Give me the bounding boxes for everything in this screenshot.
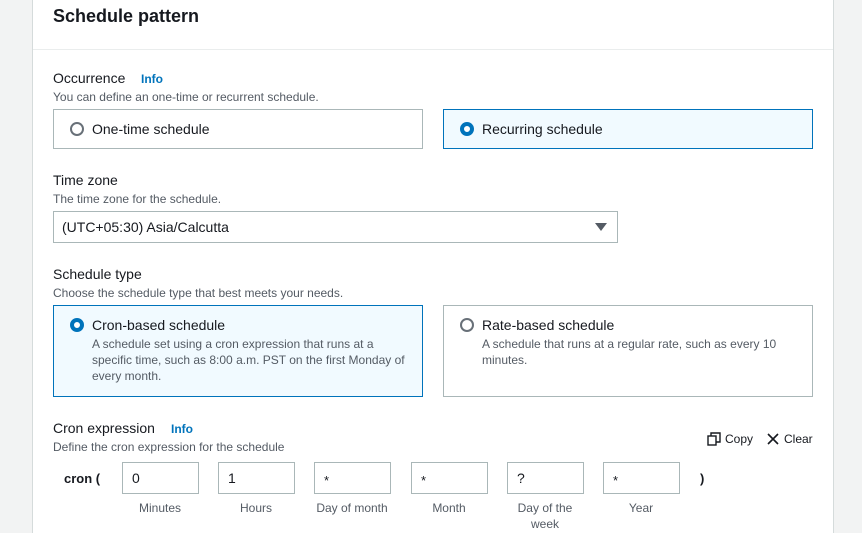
panel-header: Schedule pattern xyxy=(33,0,833,50)
schedule-type-description: Choose the schedule type that best meets… xyxy=(53,286,344,300)
caret-down-icon xyxy=(595,223,607,231)
cron-hours-input[interactable] xyxy=(218,462,295,494)
cron-based-schedule-description: A schedule set using a cron expression t… xyxy=(92,337,405,383)
rate-based-schedule-option[interactable]: Rate-based schedule A schedule that runs… xyxy=(443,305,813,397)
one-time-schedule-option[interactable]: One-time schedule xyxy=(53,109,423,149)
recurring-schedule-label: Recurring schedule xyxy=(482,121,603,137)
month-caption: Month xyxy=(432,501,466,515)
recurring-schedule-option[interactable]: Recurring schedule xyxy=(443,109,813,149)
hours-caption: Hours xyxy=(239,501,272,515)
cron-info-link[interactable]: Info xyxy=(171,422,193,436)
timezone-value: (UTC+05:30) Asia/Calcutta xyxy=(62,219,229,235)
schedule-type-label: Schedule type xyxy=(53,266,142,282)
close-icon xyxy=(767,433,779,445)
one-time-radio[interactable] xyxy=(70,122,84,136)
cron-expression-description: Define the cron expression for the sched… xyxy=(53,440,285,454)
cron-expression-label: Cron expression xyxy=(53,420,155,436)
cron-minutes-input[interactable] xyxy=(122,462,199,494)
cron-prefix: cron ( xyxy=(64,471,101,486)
cron-based-radio[interactable] xyxy=(70,318,84,332)
clear-button[interactable]: Clear xyxy=(766,432,813,446)
timezone-label: Time zone xyxy=(53,172,118,188)
copy-button[interactable]: Copy xyxy=(707,432,753,446)
rate-based-schedule-label: Rate-based schedule xyxy=(482,317,615,333)
rate-based-schedule-description: A schedule that runs at a regular rate, … xyxy=(482,337,777,367)
cron-day-of-week-input[interactable] xyxy=(507,462,584,494)
day-of-week-caption: Day of the week xyxy=(517,501,573,531)
cron-suffix: ) xyxy=(700,471,705,486)
timezone-description: The time zone for the schedule. xyxy=(53,192,222,206)
schedule-pattern-panel: Schedule pattern Occurrence Info You can… xyxy=(32,0,834,533)
cron-day-of-month-input[interactable] xyxy=(314,462,391,494)
cron-based-schedule-label: Cron-based schedule xyxy=(92,317,226,333)
panel-title: Schedule pattern xyxy=(53,6,200,26)
recurring-radio[interactable] xyxy=(460,122,474,136)
clear-label: Clear xyxy=(784,432,813,446)
one-time-schedule-label: One-time schedule xyxy=(92,121,210,137)
cron-year-input[interactable] xyxy=(603,462,680,494)
cron-month-input[interactable] xyxy=(411,462,488,494)
occurrence-info-link[interactable]: Info xyxy=(141,72,163,86)
rate-based-radio[interactable] xyxy=(460,318,474,332)
day-of-month-caption: Day of month xyxy=(316,501,388,515)
cron-based-schedule-option[interactable]: Cron-based schedule A schedule set using… xyxy=(53,305,423,397)
year-caption: Year xyxy=(628,501,654,515)
copy-icon xyxy=(707,432,721,446)
minutes-caption: Minutes xyxy=(138,501,182,515)
copy-label: Copy xyxy=(725,432,754,446)
occurrence-description: You can define an one-time or recurrent … xyxy=(53,90,319,104)
timezone-select[interactable]: (UTC+05:30) Asia/Calcutta xyxy=(53,211,618,243)
occurrence-label: Occurrence xyxy=(53,70,126,86)
